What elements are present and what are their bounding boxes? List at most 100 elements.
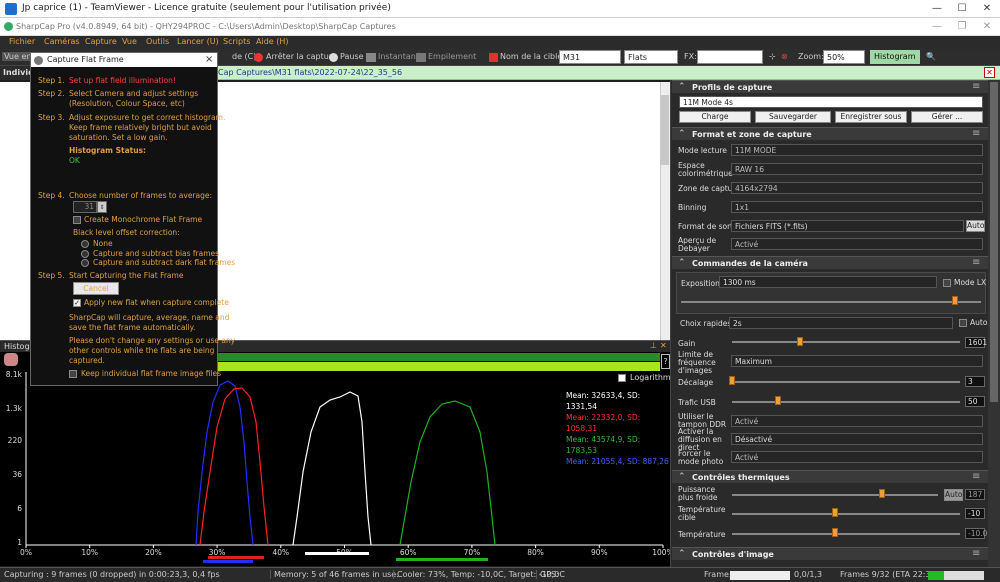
menu-icon[interactable]: ≡: [972, 128, 980, 139]
histogram-close-icon[interactable]: ✕: [660, 341, 667, 350]
menu-fichier[interactable]: Fichier: [9, 37, 35, 46]
quick-select[interactable]: 2s: [729, 317, 953, 329]
zoom-select[interactable]: 50%: [823, 50, 865, 64]
reticle-icon[interactable]: ⊗: [781, 52, 788, 61]
histogram-pin-icon[interactable]: ⊥: [650, 341, 657, 350]
target-temp-slider[interactable]: [732, 513, 960, 515]
colour-select[interactable]: RAW 16: [731, 163, 983, 175]
frames-count-input[interactable]: 31: [73, 201, 97, 213]
close-icon[interactable]: ✕: [980, 2, 994, 16]
stack-button[interactable]: Empilement: [428, 52, 476, 61]
exposure-auto-checkbox[interactable]: [959, 319, 967, 327]
stop-capture-button[interactable]: Arrêter la capture: [266, 52, 337, 61]
snapshot-button[interactable]: Instantané: [378, 52, 421, 61]
exposure-slider-knob[interactable]: [952, 296, 958, 305]
gain-value[interactable]: 1601: [965, 337, 987, 348]
gain-slider[interactable]: [732, 341, 960, 343]
panel-scroll-thumb[interactable]: [990, 82, 998, 402]
menu-icon[interactable]: ≡: [972, 548, 980, 559]
section-camera[interactable]: ⌃ Commandes de la caméra ≡: [672, 256, 988, 269]
capture-c-button[interactable]: de (C): [232, 52, 256, 61]
section-thermal[interactable]: ⌃ Contrôles thermiques ≡: [672, 470, 988, 483]
pause-icon[interactable]: [329, 53, 338, 62]
section-image[interactable]: ⌃ Contrôles d'image ≡: [672, 547, 988, 560]
radio-none[interactable]: [81, 240, 89, 248]
cooler-auto-button[interactable]: Auto: [944, 489, 963, 501]
menu-cameras[interactable]: Caméras: [44, 37, 80, 46]
exposure-select[interactable]: 1300 ms: [719, 276, 937, 288]
menu-icon[interactable]: ≡: [972, 471, 980, 482]
save-profile-button[interactable]: Sauvegarder: [755, 111, 831, 123]
binning-select[interactable]: 1x1: [731, 201, 983, 213]
menu-vue[interactable]: Vue: [122, 37, 137, 46]
exposure-slider[interactable]: [681, 301, 981, 303]
usb-slider-knob[interactable]: [774, 396, 781, 405]
menu-outils[interactable]: Outils: [146, 37, 169, 46]
cooler-slider-knob[interactable]: [879, 489, 886, 498]
panel-scrollbar[interactable]: [988, 80, 1000, 567]
offset-value[interactable]: 3: [965, 376, 985, 387]
minimize-icon[interactable]: —: [930, 2, 944, 16]
cooler-slider[interactable]: [732, 494, 938, 496]
menu-aide[interactable]: Aide (H): [256, 37, 289, 46]
framerate-select[interactable]: Maximum: [731, 355, 983, 367]
keep-files-checkbox[interactable]: [69, 370, 77, 378]
output-auto-button[interactable]: Auto: [966, 220, 985, 232]
stack-icon[interactable]: [416, 53, 426, 62]
mode-lx-checkbox[interactable]: [943, 279, 951, 287]
usb-slider[interactable]: [732, 401, 960, 403]
histogram-button[interactable]: Histogram: [870, 50, 920, 64]
section-profiles[interactable]: ⌃ Profils de capture ≡: [672, 80, 988, 93]
profile-select[interactable]: 11M Mode 4s: [679, 96, 983, 108]
menu-icon[interactable]: ≡: [972, 81, 980, 92]
debayer-select[interactable]: Activé: [731, 238, 983, 250]
collapse-icon[interactable]: ⌃: [678, 549, 686, 559]
radio-bias[interactable]: [81, 250, 89, 258]
sc-minimize-icon[interactable]: —: [930, 20, 944, 34]
menu-icon[interactable]: ≡: [972, 257, 980, 268]
collapse-icon[interactable]: ⌃: [678, 258, 686, 268]
stop-icon[interactable]: [254, 53, 263, 62]
collapse-icon[interactable]: ⌃: [678, 82, 686, 92]
output-select[interactable]: Fichiers FITS (*.fits): [731, 220, 964, 232]
radio-dark[interactable]: [81, 259, 89, 267]
crosshair-icon[interactable]: ⊹: [769, 52, 776, 61]
collapse-icon[interactable]: ⌃: [678, 472, 686, 482]
mono-checkbox[interactable]: [73, 216, 81, 224]
preview-scroll-thumb[interactable]: [661, 95, 669, 165]
zone-select[interactable]: 4164x2794: [731, 182, 983, 194]
ddr-select[interactable]: Activé: [731, 415, 983, 427]
sc-maximize-icon[interactable]: ❐: [955, 20, 969, 34]
vue-button[interactable]: Vue en: [2, 52, 34, 61]
cancel-button[interactable]: Cancel: [73, 282, 119, 295]
pause-button[interactable]: Pause: [340, 52, 364, 61]
sc-close-icon[interactable]: ✕: [980, 20, 994, 34]
menu-lancer[interactable]: Lancer (U): [177, 37, 219, 46]
zoom-icon[interactable]: 🔍: [926, 52, 936, 61]
dialog-close-icon[interactable]: ×: [205, 54, 213, 65]
infobar-close-icon[interactable]: ✕: [984, 67, 995, 78]
collapse-icon[interactable]: ⌃: [678, 129, 686, 139]
apply-flat-checkbox[interactable]: ✓: [73, 299, 81, 307]
load-profile-button[interactable]: Charge: [679, 111, 751, 123]
target-temp-value[interactable]: -10: [965, 508, 985, 519]
gain-slider-knob[interactable]: [797, 337, 804, 346]
menu-scripts[interactable]: Scripts: [223, 37, 250, 46]
frames-spinner-icon[interactable]: ⇕: [97, 201, 107, 213]
maximize-icon[interactable]: ☐: [955, 2, 969, 16]
usb-value[interactable]: 50: [965, 396, 985, 407]
broadcast-select[interactable]: Désactivé: [731, 433, 983, 445]
target-temp-slider-knob[interactable]: [831, 508, 838, 517]
target-name-input[interactable]: M31: [559, 50, 621, 64]
manage-profiles-button[interactable]: Gérer ...: [911, 111, 983, 123]
force-select[interactable]: Activé: [731, 451, 983, 463]
flats-select[interactable]: Flats: [624, 50, 678, 64]
section-format[interactable]: ⌃ Format et zone de capture ≡: [672, 127, 988, 140]
snapshot-icon[interactable]: [366, 53, 376, 62]
offset-slider[interactable]: [732, 381, 960, 383]
mode-select[interactable]: 11M MODE: [731, 144, 983, 156]
fx-select[interactable]: [697, 50, 763, 64]
capture-path-link[interactable]: Cap Captures\M31 flats\2022-07-24\22_35_…: [218, 68, 402, 77]
save-as-profile-button[interactable]: Enregistrer sous ...: [835, 111, 907, 131]
offset-slider-knob[interactable]: [729, 376, 735, 385]
